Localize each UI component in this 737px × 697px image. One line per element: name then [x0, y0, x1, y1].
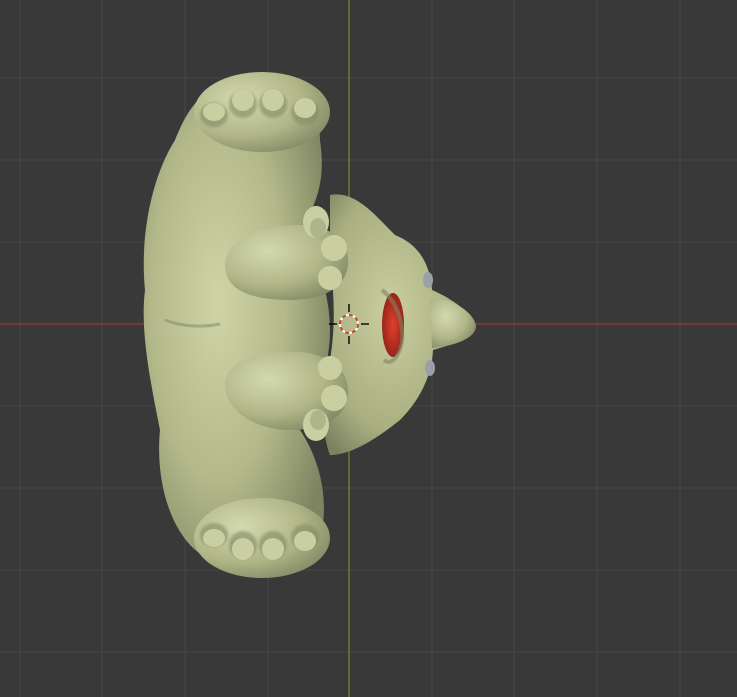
- creature-foot-bottom: [194, 498, 330, 578]
- creature-eye-top: [423, 272, 433, 288]
- creature-foot-top: [194, 72, 330, 152]
- viewport-canvas[interactable]: [0, 0, 737, 697]
- 3d-viewport[interactable]: [0, 0, 737, 697]
- creature-horn: [430, 299, 476, 348]
- sculpted-creature-mesh[interactable]: [143, 72, 476, 578]
- creature-eye-bottom: [425, 360, 435, 376]
